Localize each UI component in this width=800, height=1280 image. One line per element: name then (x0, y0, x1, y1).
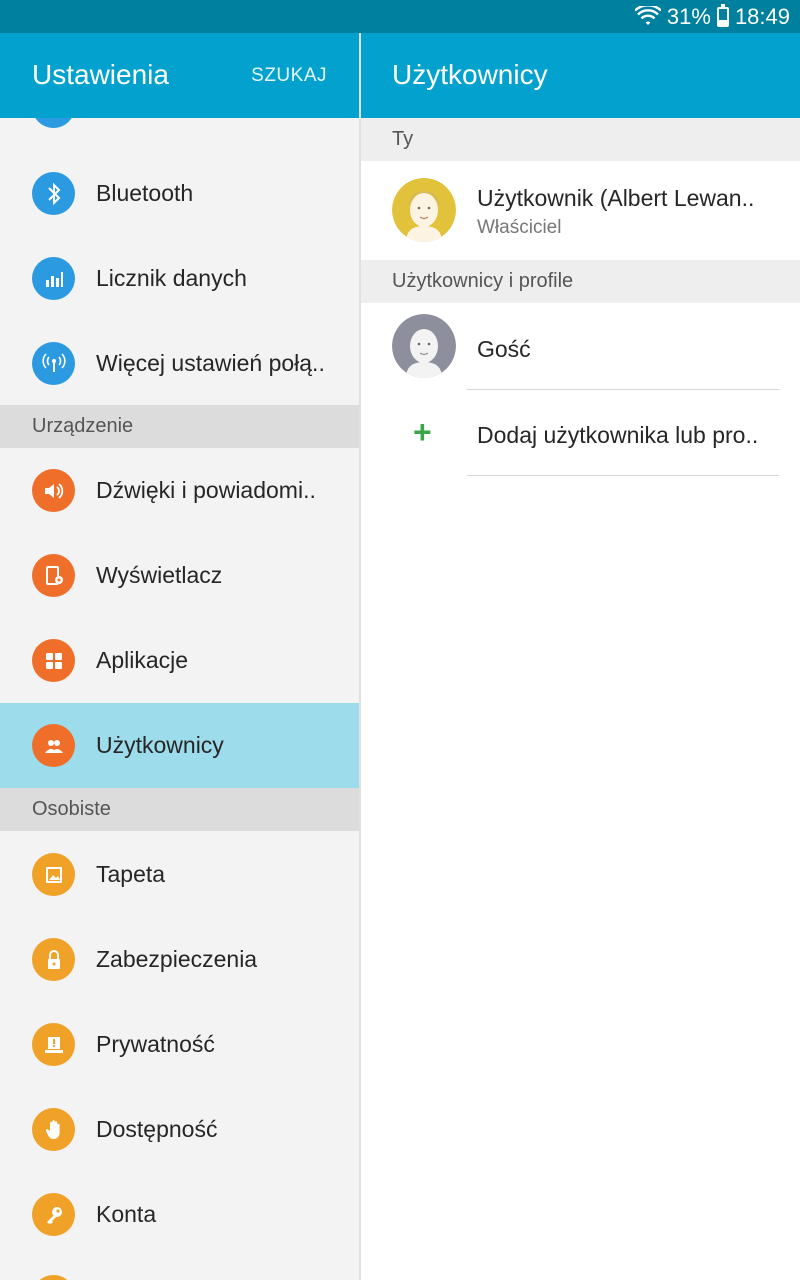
menu-item-label: Dostępność (96, 1116, 218, 1142)
menu-item-label: Więcej ustawień połą.. (96, 350, 325, 376)
menu-item-users[interactable]: Użytkownicy (0, 703, 359, 788)
list-divider (467, 475, 779, 476)
add-user-button[interactable]: + Dodaj użytkownika lub pro.. (361, 390, 800, 476)
more-connections-icon (32, 342, 75, 385)
menu-item-label: Wyświetlacz (96, 562, 223, 588)
menu-item-display[interactable]: Wyświetlacz (0, 533, 359, 618)
menu-item-label: Tapeta (96, 861, 166, 887)
status-bar: 31% 18:49 (0, 0, 800, 33)
menu-item-data-usage[interactable]: Licznik danych (0, 236, 359, 321)
owner-avatar (392, 178, 456, 242)
users-icon (32, 724, 75, 767)
menu-item-sounds[interactable]: Dźwięki i powiadomi.. (0, 448, 359, 533)
menu-item-label: Użytkownicy (96, 732, 224, 758)
add-user-label: Dodaj użytkownika lub pro.. (477, 422, 759, 448)
owner-role: Właściciel (477, 217, 562, 238)
menu-item-bluetooth[interactable]: Bluetooth (0, 151, 359, 236)
section-header-personal: Osobiste (0, 788, 359, 831)
wifi-icon (634, 3, 662, 28)
display-icon (32, 554, 75, 597)
section-header-users-profiles: Użytkownicy i profile (361, 260, 800, 303)
status-bar-right: 31% 18:49 (634, 0, 790, 33)
menu-item-label: Prywatność (96, 1031, 215, 1057)
clock: 18:49 (734, 3, 790, 29)
battery-icon (716, 3, 729, 27)
menu-item-more-connections[interactable]: Więcej ustawień połą.. (0, 321, 359, 406)
data-usage-icon (32, 257, 75, 300)
menu-item-label: Bluetooth (96, 180, 194, 206)
lock-icon (32, 938, 75, 981)
search-button[interactable]: SZUKAJ (251, 65, 327, 87)
guest-avatar (392, 314, 456, 378)
menu-item-apps[interactable]: Aplikacje (0, 618, 359, 703)
wallpaper-icon (32, 853, 75, 896)
menu-item-wallpaper[interactable]: Tapeta (0, 832, 359, 917)
apps-icon (32, 639, 75, 682)
menu-item-privacy[interactable]: Prywatność (0, 1002, 359, 1087)
users-header: Użytkownicy (361, 33, 800, 118)
settings-title: Ustawienia (32, 59, 169, 90)
plus-icon: + (413, 414, 432, 450)
sound-icon (32, 469, 75, 512)
battery-percent: 31% (666, 3, 711, 29)
menu-item-label: Aplikacje (96, 647, 189, 673)
owner-user-item[interactable]: Użytkownik (Albert Lewan.. Właściciel (361, 161, 800, 260)
menu-item-accessibility[interactable]: Dostępność (0, 1087, 359, 1172)
guest-user-item[interactable]: Gość (361, 303, 800, 390)
menu-item-label: Zabezpieczenia (96, 946, 258, 972)
section-header-device: Urządzenie (0, 405, 359, 448)
section-header-you: Ty (361, 118, 800, 161)
menu-item-label: Licznik danych (96, 265, 247, 291)
menu-item-accounts[interactable]: Konta (0, 1172, 359, 1257)
menu-item-label: Konta (96, 1201, 157, 1227)
settings-menu-pane[interactable]: Ustawienia SZUKAJ Bluetooth Licznik dany… (0, 33, 359, 1280)
guest-name: Gość (477, 336, 531, 362)
menu-item-security[interactable]: Zabezpieczenia (0, 917, 359, 1002)
privacy-icon (32, 1023, 75, 1066)
accessibility-hand-icon (32, 1108, 75, 1151)
settings-header: Ustawienia SZUKAJ (0, 33, 359, 118)
page-title: Użytkownicy (392, 59, 548, 90)
owner-name: Użytkownik (Albert Lewan.. (477, 185, 755, 211)
key-icon (32, 1193, 75, 1236)
next-menu-icon[interactable] (32, 1275, 75, 1280)
bluetooth-icon (32, 172, 75, 215)
menu-item-label: Dźwięki i powiadomi.. (96, 477, 316, 503)
